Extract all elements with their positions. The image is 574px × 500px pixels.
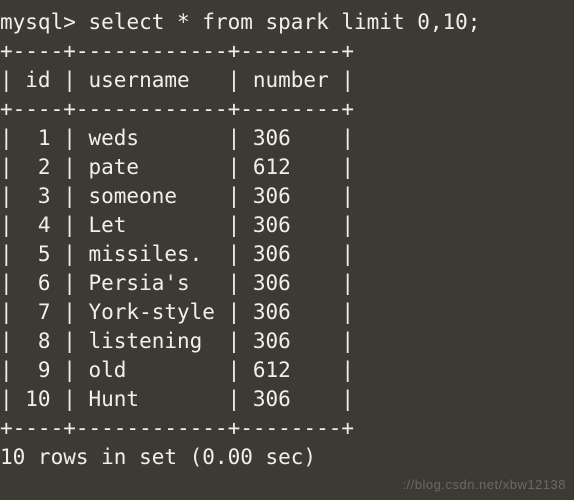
sql-query: select * from spark limit 0,10; <box>89 10 481 34</box>
table-row: | 2 | pate | 612 | <box>0 155 354 179</box>
table-row: | 7 | York-style | 306 | <box>0 300 354 324</box>
table-border-top: +----+------------+--------+ <box>0 39 354 63</box>
table-row: | 6 | Persia's | 306 | <box>0 271 354 295</box>
mysql-prompt: mysql> <box>0 10 76 34</box>
table-row: | 9 | old | 612 | <box>0 358 354 382</box>
watermark-text: ://blog.csdn.net/xbw12138 <box>402 476 566 494</box>
result-summary: 10 rows in set (0.00 sec) <box>0 445 316 469</box>
table-row: | 5 | missiles. | 306 | <box>0 242 354 266</box>
table-row: | 1 | weds | 306 | <box>0 126 354 150</box>
table-row: | 3 | someone | 306 | <box>0 184 354 208</box>
table-row: | 10 | Hunt | 306 | <box>0 387 354 411</box>
table-row: | 8 | listening | 306 | <box>0 329 354 353</box>
table-border-mid: +----+------------+--------+ <box>0 97 354 121</box>
table-header: | id | username | number | <box>0 68 354 92</box>
table-border-bottom: +----+------------+--------+ <box>0 416 354 440</box>
table-row: | 4 | Let | 306 | <box>0 213 354 237</box>
